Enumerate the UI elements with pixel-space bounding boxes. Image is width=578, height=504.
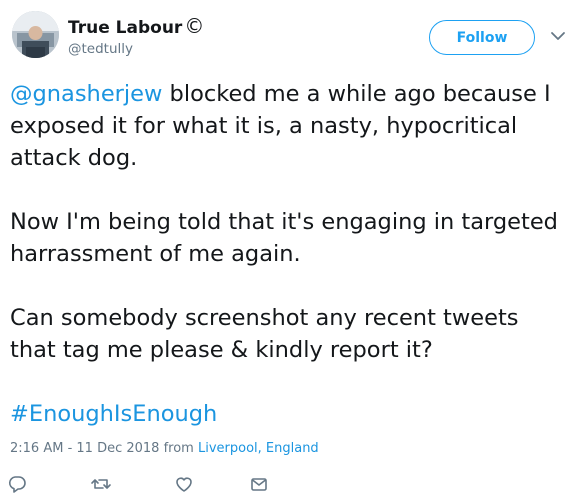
tweet-paragraph-2: Now I'm being told that it's engaging in… [10, 209, 558, 267]
like-icon[interactable] [173, 473, 195, 495]
user-handle[interactable]: @tedtully [68, 41, 133, 57]
tweet-text: @gnasherjew blocked me a while ago becau… [10, 78, 570, 430]
location-link[interactable]: Liverpool, England [198, 441, 319, 456]
hashtag-link[interactable]: #EnoughIsEnough [10, 401, 217, 427]
tweet-paragraph-4: #EnoughIsEnough [10, 398, 570, 430]
retweet-icon[interactable] [90, 473, 112, 495]
copyright-symbol: © [184, 14, 205, 38]
tweet-actions [0, 468, 578, 504]
follow-button[interactable]: Follow [429, 20, 535, 55]
timestamp[interactable]: 2:16 AM - 11 Dec 2018 [10, 441, 159, 456]
tweet-paragraph-1: @gnasherjew blocked me a while ago becau… [10, 78, 570, 174]
avatar[interactable] [12, 11, 59, 58]
direct-message-icon[interactable] [248, 473, 270, 495]
tweet-paragraph-3: Can somebody screenshot any recent tweet… [10, 305, 519, 363]
from-label: from [163, 441, 194, 456]
tweet-meta: 2:16 AM - 11 Dec 2018 from Liverpool, En… [10, 441, 319, 456]
mention-link[interactable]: @gnasherjew [10, 81, 162, 107]
avatar-image [12, 11, 59, 58]
chevron-down-icon[interactable] [550, 30, 566, 42]
reply-icon[interactable] [6, 473, 28, 495]
display-name[interactable]: True Labour © [68, 14, 204, 38]
display-name-text: True Labour [68, 18, 183, 38]
